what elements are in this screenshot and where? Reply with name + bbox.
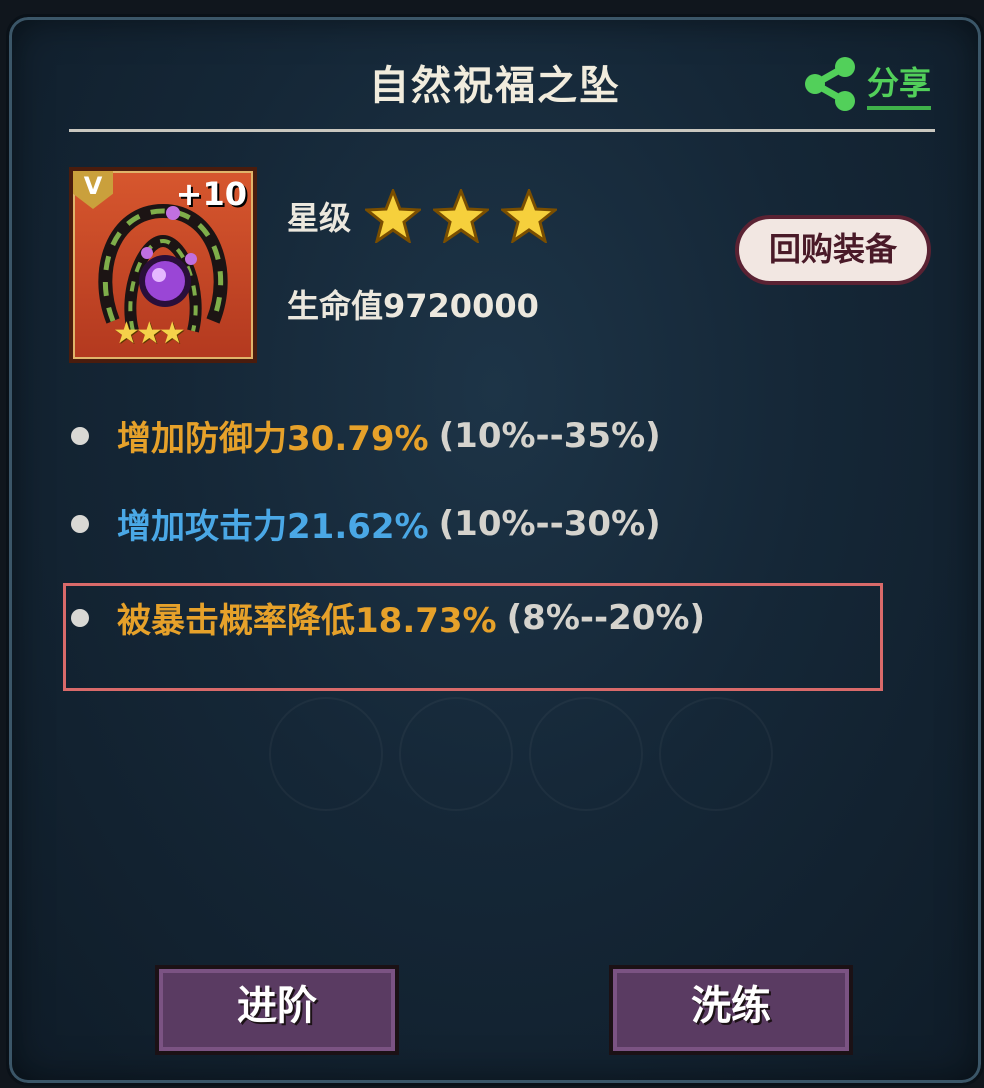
stat-text: 增加防御力30.79% (117, 419, 429, 459)
star-icon (365, 189, 422, 243)
hp-value: 生命值9720000 (287, 287, 539, 325)
star-label: 星级 (287, 199, 352, 237)
background-decoration (529, 697, 643, 811)
refine-button[interactable]: 洗练 (609, 965, 853, 1055)
stat-range: (10%--30%) (438, 503, 661, 544)
enhance-level: +10 (175, 175, 247, 213)
share-label: 分享 (866, 58, 931, 110)
star-icon (501, 189, 558, 243)
bullet-icon (71, 608, 89, 627)
stat-text: 增加攻击力21.62% (117, 507, 429, 547)
equipment-detail-panel: 自然祝福之坠 分享 V +10 ★★★ 星级 生命值9720000 回购装备 增… (6, 14, 984, 1086)
item-icon-stars: ★★★ (113, 316, 186, 351)
stat-range: (8%--20%) (506, 597, 706, 638)
share-icon (804, 57, 855, 111)
background-decoration (269, 697, 383, 811)
stat-row: 增加攻击力21.62% (10%--30%) (71, 499, 661, 548)
advance-button[interactable]: 进阶 (155, 965, 399, 1055)
star-icons (365, 189, 558, 243)
share-button[interactable]: 分享 (801, 55, 931, 113)
buyback-button[interactable]: 回购装备 (735, 215, 931, 285)
background-decoration (399, 697, 513, 811)
stat-range: (10%--35%) (438, 415, 661, 456)
bullet-icon (71, 426, 89, 445)
star-icon (433, 189, 490, 243)
stat-text: 被暴击概率降低18.73% (117, 601, 497, 641)
item-icon[interactable]: V +10 ★★★ (69, 167, 257, 363)
background-decoration (659, 697, 773, 811)
stat-row: 被暴击概率降低18.73% (8%--20%) (71, 593, 705, 642)
title-divider (69, 129, 935, 132)
star-rating: 星级 (287, 189, 558, 243)
stat-row: 增加防御力30.79% (10%--35%) (71, 411, 661, 460)
bullet-icon (71, 514, 89, 533)
